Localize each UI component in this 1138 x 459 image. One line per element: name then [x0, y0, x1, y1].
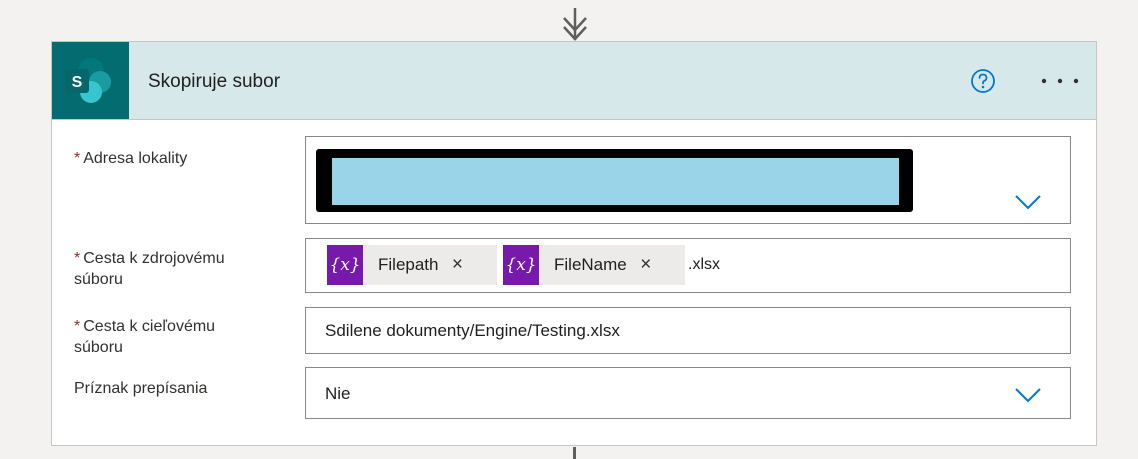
remove-token-icon[interactable]: ×: [448, 254, 466, 276]
source-path-label-line2: súboru: [74, 271, 123, 288]
action-card: S Skopiruje subor * Adresa lokality * Ce…: [51, 41, 1097, 446]
token-label: FileName: [554, 255, 627, 274]
redacted-value: [316, 149, 913, 212]
dest-path-input[interactable]: Sdilene dokumenty/Engine/Testing.xlsx: [305, 307, 1071, 354]
site-address-dropdown[interactable]: [305, 136, 1071, 224]
required-mark: *: [74, 318, 81, 335]
flow-canvas: S Skopiruje subor * Adresa lokality * Ce…: [0, 0, 1138, 459]
overwrite-label: Príznak prepísania: [74, 380, 208, 397]
site-address-label-text: Adresa lokality: [83, 150, 188, 167]
more-icon[interactable]: [1038, 67, 1082, 95]
overwrite-value: Nie: [325, 384, 351, 403]
card-header[interactable]: S Skopiruje subor: [52, 42, 1096, 120]
dest-path-label-line1: Cesta k cieľovému: [83, 318, 216, 335]
path-suffix: .xlsx: [688, 256, 720, 273]
required-mark: *: [74, 150, 81, 167]
expression-icon: {x}: [503, 245, 539, 285]
down-arrow-connector-icon: [563, 8, 587, 41]
help-icon[interactable]: [969, 67, 997, 95]
token-label: Filepath: [378, 255, 439, 274]
source-path-label-line1: Cesta k zdrojovému: [83, 250, 225, 267]
connector-letter: S: [72, 74, 83, 91]
sharepoint-icon: S: [65, 58, 111, 103]
source-path-input[interactable]: {x} Filepath × {x} FileName × .xlsx: [305, 238, 1071, 293]
dest-path-label: * Cesta k cieľovému súboru: [74, 316, 215, 358]
overwrite-dropdown[interactable]: Nie: [305, 367, 1071, 419]
dest-path-label-line2: súboru: [74, 339, 123, 356]
token-filepath[interactable]: {x} Filepath ×: [327, 245, 497, 285]
card-title[interactable]: Skopiruje subor: [148, 71, 280, 93]
site-address-label: * Adresa lokality: [74, 148, 187, 169]
chevron-down-icon[interactable]: [1014, 193, 1042, 211]
expression-icon: {x}: [327, 245, 363, 285]
sharepoint-logo: S: [52, 42, 129, 119]
connector-line: [573, 447, 576, 459]
dest-path-value: Sdilene dokumenty/Engine/Testing.xlsx: [325, 321, 620, 340]
chevron-down-icon[interactable]: [1014, 386, 1042, 404]
token-filename[interactable]: {x} FileName ×: [503, 245, 685, 285]
source-path-label: * Cesta k zdrojovému súboru: [74, 248, 225, 290]
remove-token-icon[interactable]: ×: [637, 254, 655, 276]
required-mark: *: [74, 250, 81, 267]
